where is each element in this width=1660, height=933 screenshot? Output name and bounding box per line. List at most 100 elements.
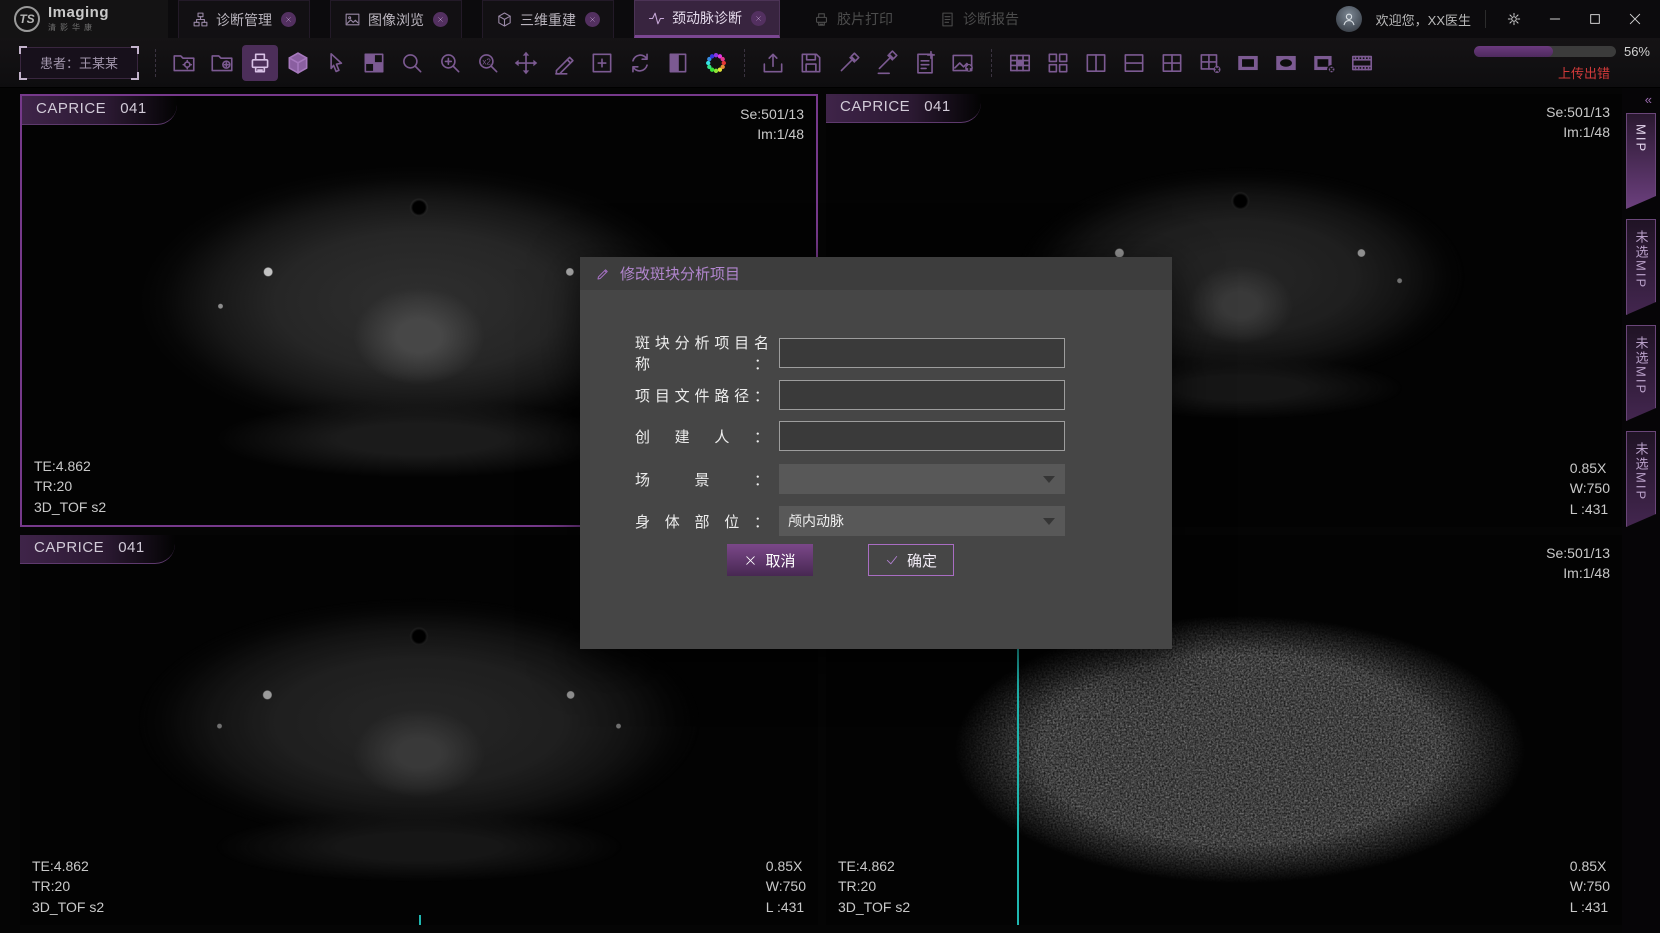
tool-folder-plus[interactable]	[204, 45, 240, 81]
te-value: TE:4.862	[32, 856, 104, 876]
tab-carotid-diagnosis[interactable]: 颈动脉诊断	[634, 0, 780, 38]
tool-palette[interactable]	[698, 45, 734, 81]
tool-save[interactable]	[793, 45, 829, 81]
project-name-input[interactable]	[779, 338, 1065, 368]
logo-name: Imaging	[48, 5, 109, 22]
overlay-acquisition-info: TE:4.862 TR:20 3D_TOF s2	[34, 456, 106, 517]
upload-progress-fill	[1474, 46, 1554, 57]
tab-label: 胶片打印	[837, 9, 893, 29]
tool-grid-4[interactable]	[1154, 45, 1190, 81]
upload-progress-bar	[1474, 46, 1616, 57]
series-name: CAPRICE	[34, 539, 104, 556]
patient-selector[interactable]: 患者：王某某	[20, 47, 138, 79]
tool-grid-close[interactable]	[1192, 45, 1228, 81]
series-rail: « MIP 未选MIP 未选MIP 未选MIP	[1622, 88, 1660, 933]
minimize-button[interactable]	[1542, 6, 1568, 32]
titlebar: TS Imaging 清影华康 诊断管理 图像浏览 三维重建	[0, 0, 1660, 38]
sequence-value: 3D_TOF s2	[838, 897, 910, 917]
tool-pan[interactable]	[508, 45, 544, 81]
tool-folder-gear[interactable]	[166, 45, 202, 81]
corner-bracket	[19, 72, 27, 80]
close-tab-icon[interactable]	[751, 11, 766, 26]
tool-print[interactable]	[242, 45, 278, 81]
tool-cols-2[interactable]	[1078, 45, 1114, 81]
dialog-title: 修改斑块分析项目	[620, 263, 740, 284]
tool-quad-small[interactable]	[1040, 45, 1076, 81]
tool-image-export[interactable]	[945, 45, 981, 81]
app-logo: TS Imaging 清影华康	[0, 0, 168, 38]
tool-cube[interactable]	[280, 45, 316, 81]
tool-rect-solid[interactable]	[1230, 45, 1266, 81]
rail-tab-unselected-mip-1[interactable]: 未选MIP	[1626, 219, 1656, 315]
confirm-label: 确定	[907, 550, 937, 571]
level-value: L :431	[1570, 499, 1610, 519]
field-body-part: 身体部位： 颅内动脉	[635, 506, 1065, 536]
scene-select[interactable]	[779, 464, 1065, 494]
sequence-value: 3D_TOF s2	[34, 497, 106, 517]
waveform-icon	[648, 10, 665, 27]
tool-rows-2[interactable]	[1116, 45, 1152, 81]
tool-ellipse-solid[interactable]	[1268, 45, 1304, 81]
project-path-input[interactable]	[779, 380, 1065, 410]
body-part-select[interactable]: 颅内动脉	[779, 506, 1065, 536]
rail-tabs: MIP 未选MIP 未选MIP 未选MIP	[1626, 113, 1660, 537]
tool-measure[interactable]	[546, 45, 582, 81]
tool-annotate-add[interactable]	[584, 45, 620, 81]
te-value: TE:4.862	[34, 456, 106, 476]
toolbar-divider	[991, 49, 992, 77]
tool-pointer[interactable]	[318, 45, 354, 81]
series-tab[interactable]: CAPRICE041	[20, 535, 175, 564]
tool-probe[interactable]	[831, 45, 867, 81]
rail-tab-mip[interactable]: MIP	[1626, 113, 1656, 209]
tab-label: 三维重建	[520, 10, 576, 30]
tool-zoom-2x[interactable]: x2	[470, 45, 506, 81]
rail-collapse-button[interactable]: «	[1645, 92, 1652, 107]
series-tab[interactable]: CAPRICE041	[22, 96, 177, 125]
tool-rotate[interactable]	[622, 45, 658, 81]
tab-diagnosis-management[interactable]: 诊断管理	[178, 0, 310, 38]
welcome-text: 欢迎您，XX医生	[1376, 10, 1471, 29]
rail-tab-unselected-mip-3[interactable]: 未选MIP	[1626, 431, 1656, 527]
tool-magnify[interactable]	[394, 45, 430, 81]
cancel-button[interactable]: 取消	[727, 544, 813, 576]
upload-status: 56% 上传出错	[1474, 44, 1650, 82]
tr-value: TR:20	[34, 476, 106, 496]
tab-3d-reconstruction[interactable]: 三维重建	[482, 0, 614, 38]
tool-tiles[interactable]	[356, 45, 392, 81]
tool-report-new[interactable]	[907, 45, 943, 81]
image-value: Im:1/48	[740, 124, 804, 144]
series-name: CAPRICE	[36, 100, 106, 117]
maximize-button[interactable]	[1582, 6, 1608, 32]
confirm-button[interactable]: 确定	[868, 544, 954, 576]
close-tab-icon[interactable]	[433, 12, 448, 27]
tab-image-browse[interactable]: 图像浏览	[330, 0, 462, 38]
divider	[1485, 10, 1486, 28]
field-label: 斑块分析项目名称：	[635, 332, 769, 374]
tool-film[interactable]	[1344, 45, 1380, 81]
close-window-button[interactable]	[1622, 6, 1648, 32]
window-value: W:750	[1570, 478, 1610, 498]
printer-icon	[813, 11, 830, 28]
tool-zoom-in[interactable]	[432, 45, 468, 81]
field-project-name: 斑块分析项目名称：	[635, 338, 1065, 368]
user-avatar[interactable]	[1336, 6, 1362, 32]
series-tab[interactable]: CAPRICE041	[826, 94, 981, 123]
toolbar-divider	[155, 49, 156, 77]
creator-input[interactable]	[779, 421, 1065, 451]
close-tab-icon[interactable]	[281, 12, 296, 27]
dialog-header[interactable]: 修改斑块分析项目	[580, 257, 1172, 290]
tab-label: 诊断报告	[963, 9, 1019, 29]
tool-rect-remove[interactable]	[1306, 45, 1342, 81]
tool-window-level[interactable]	[660, 45, 696, 81]
tool-probe-line[interactable]	[869, 45, 905, 81]
upload-error-text: 上传出错	[1558, 63, 1610, 82]
overlay-acquisition-info: TE:4.862 TR:20 3D_TOF s2	[32, 856, 104, 917]
tr-value: TR:20	[32, 876, 104, 896]
tool-grid-9[interactable]	[1002, 45, 1038, 81]
close-tab-icon[interactable]	[585, 12, 600, 27]
tool-export[interactable]	[755, 45, 791, 81]
corner-bracket	[131, 72, 139, 80]
user-area: 欢迎您，XX医生	[1336, 0, 1660, 38]
settings-button[interactable]	[1500, 5, 1528, 33]
rail-tab-unselected-mip-2[interactable]: 未选MIP	[1626, 325, 1656, 421]
